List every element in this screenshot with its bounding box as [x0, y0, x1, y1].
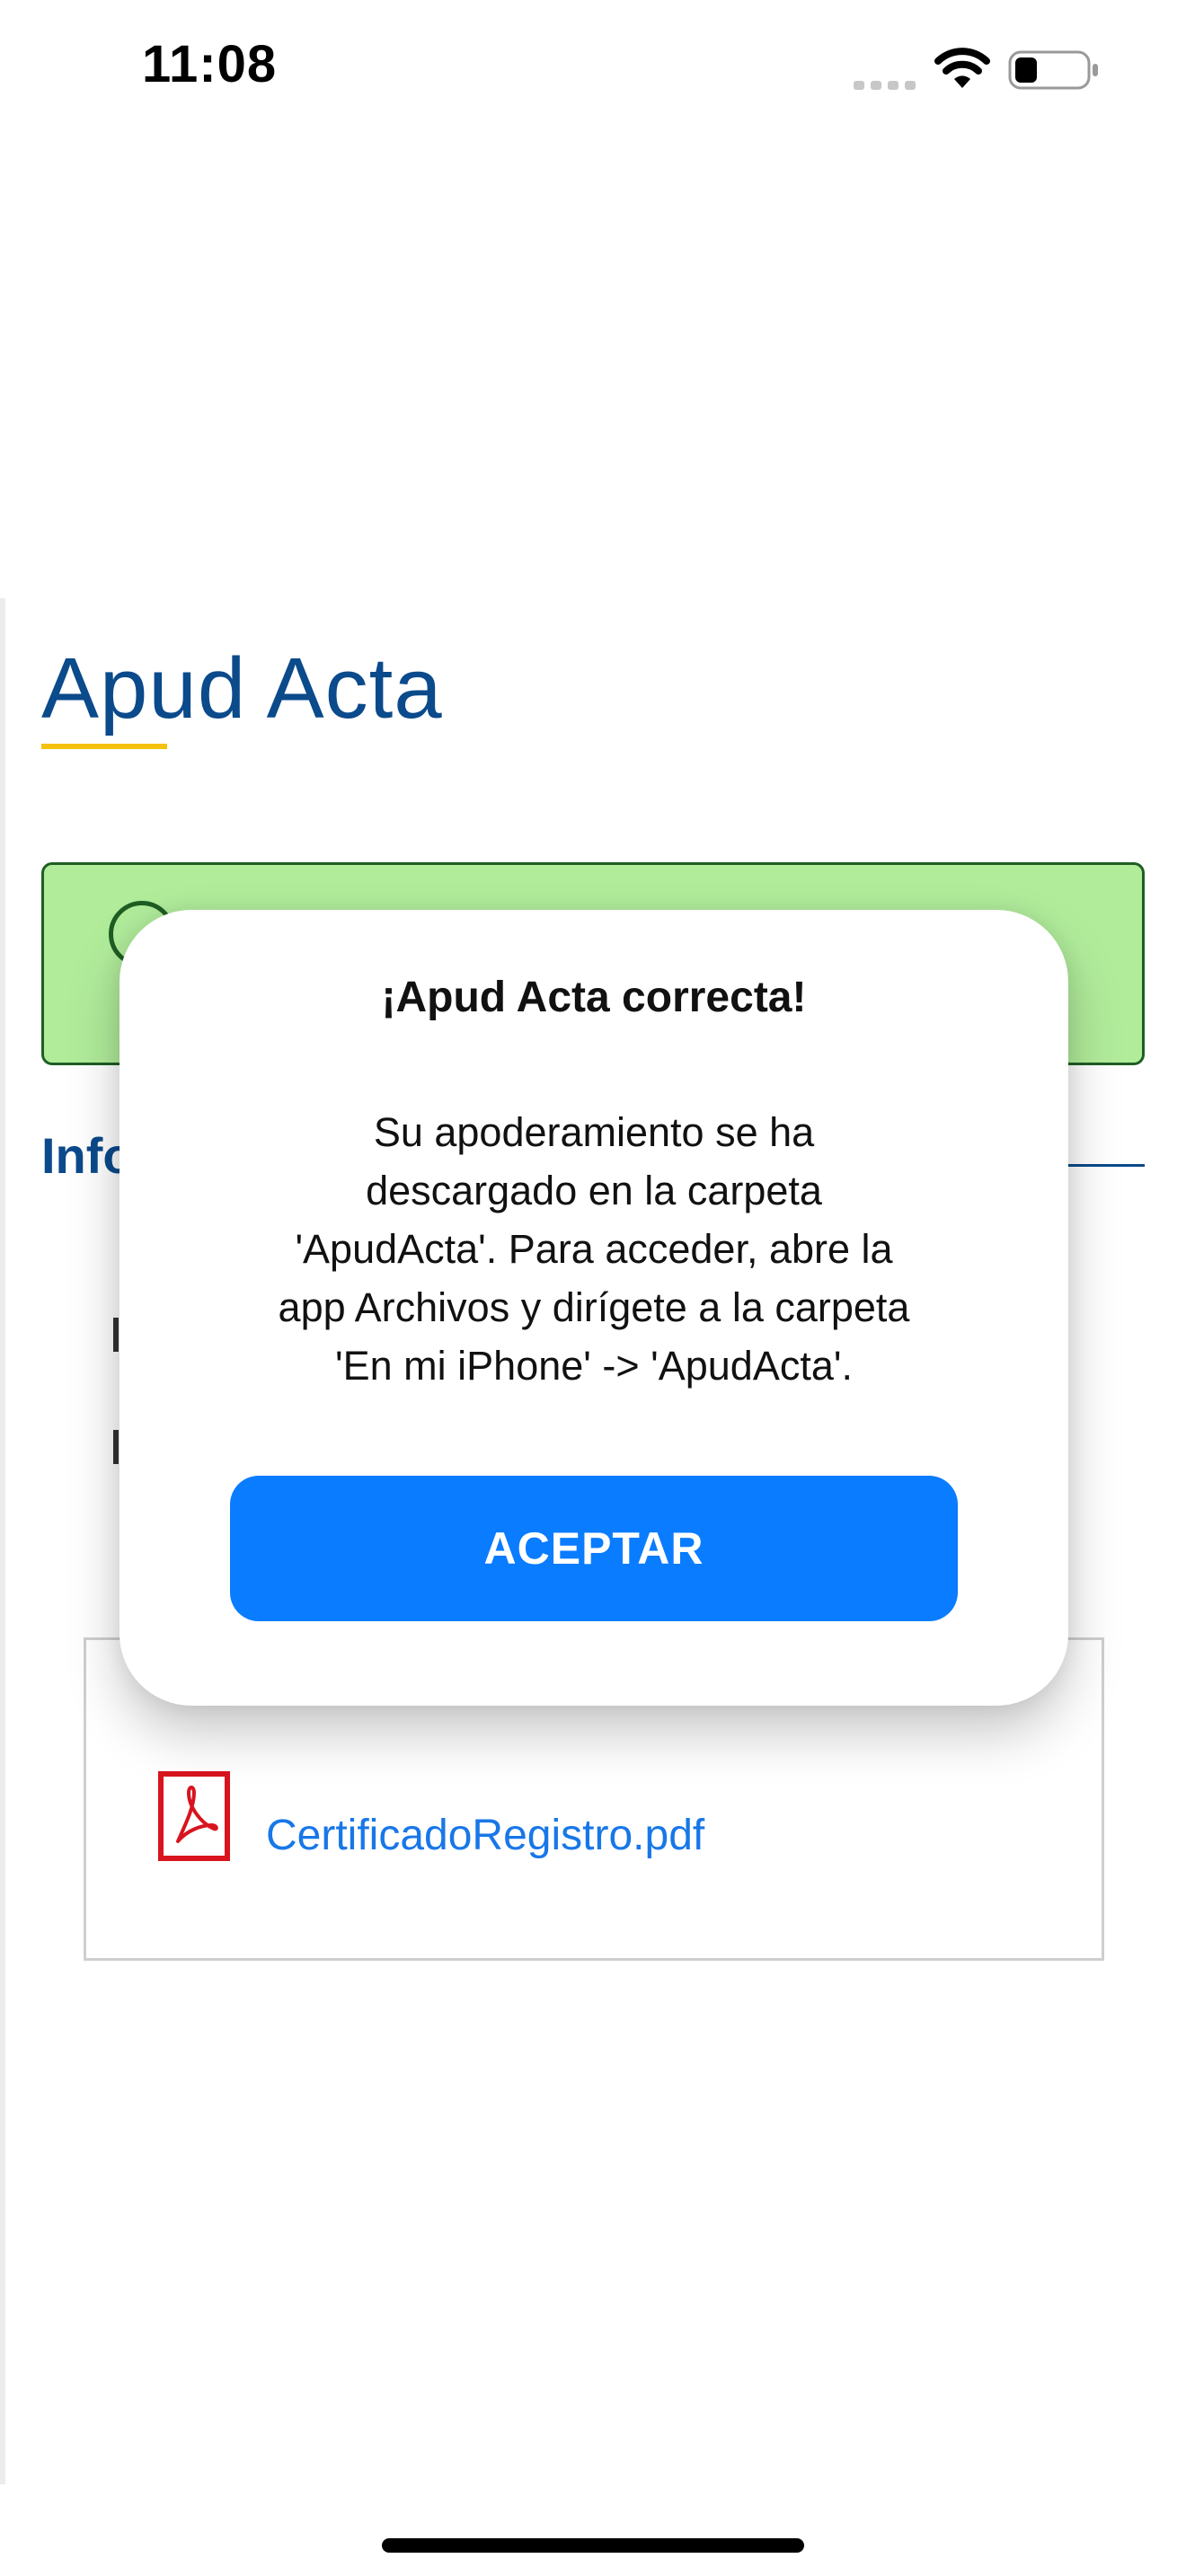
- page-title: Apud Acta: [41, 640, 443, 737]
- dialog-message-line: 'ApudActa'. Para acceder, abre la: [295, 1226, 893, 1272]
- dialog-message: Su apoderamiento se ha descargado en la …: [119, 1103, 1068, 1395]
- wifi-icon: [934, 48, 990, 88]
- dialog-title: ¡Apud Acta correcta!: [381, 974, 807, 1021]
- title-underline: [41, 744, 167, 749]
- dialog-message-line: descargado en la carpeta: [366, 1168, 822, 1213]
- status-bar: 11:08: [0, 0, 1186, 144]
- dialog-message-line: 'En mi iPhone' -> 'ApudActa'.: [335, 1343, 853, 1389]
- dialog-message-line: Su apoderamiento se ha: [373, 1109, 815, 1155]
- pdf-icon[interactable]: [158, 1771, 230, 1861]
- accept-button[interactable]: ACEPTAR: [230, 1476, 958, 1621]
- signal-icon: [854, 81, 916, 90]
- field-marker: [113, 1318, 119, 1352]
- success-dialog: ¡Apud Acta correcta! Su apoderamiento se…: [119, 910, 1068, 1706]
- field-marker: [113, 1430, 119, 1464]
- page-edge: [0, 598, 5, 2484]
- battery-icon: [1008, 50, 1098, 90]
- dialog-message-line: app Archivos y dirígete a la carpeta: [278, 1284, 910, 1330]
- home-indicator[interactable]: [382, 2538, 804, 2553]
- status-time: 11:08: [142, 35, 278, 93]
- pdf-file-link[interactable]: CertificadoRegistro.pdf: [266, 1811, 704, 1860]
